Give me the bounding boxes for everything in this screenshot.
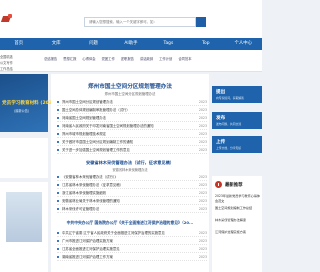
sub-link[interactable]: 工作计划 <box>159 56 172 61</box>
list-item[interactable]: 林木采伐许可证管理办法 2023 <box>57 205 207 213</box>
list-item[interactable]: 安徽省林业局关于林木采伐管理的通知 2023 <box>57 197 207 205</box>
site-logo[interactable] <box>2 14 16 24</box>
list-item[interactable]: 国土空间总体规划编制审批管理办法（试行） 2023 <box>57 106 207 114</box>
search-button[interactable] <box>196 17 206 27</box>
recommend-item[interactable]: 2023年最新党员学习教育心得体会范文 <box>215 194 261 203</box>
sub-link[interactable]: 思想汇报 <box>63 56 76 61</box>
article-list-2: 《安徽省林木采伐管理办法（试行）》 2023 江苏省林木采伐管理办法（征求意见稿）… <box>57 173 207 213</box>
sub-nav: 全国精选 公文写作 工作总结 总结报告 思想汇报 心得体会 党团工作 述职报告 … <box>0 50 262 72</box>
article-list-3: 中共辽宁省委 辽宁省人民政府关于全面推进江河保护治理的实施意见 2023 广州市推… <box>57 229 207 261</box>
banner-subtitle: (最新公告) <box>14 109 30 113</box>
sub-link[interactable]: 合同范本 <box>178 56 191 61</box>
sub-link[interactable]: 述职报告 <box>121 56 134 61</box>
main-nav: 首页 文库 问题 AI助手 Tags Top 个人中心 <box>0 38 262 50</box>
recommend-title: 最新推荐 <box>225 182 243 188</box>
ask-button[interactable]: 提出 向专家提问，获取解答 <box>212 86 262 103</box>
left-ad-panel <box>0 182 48 272</box>
section-title[interactable]: 中共中央办公厅 国务院办公厅《关于全面推进江河保护治理的意见》（20... <box>51 220 209 226</box>
list-item[interactable]: 湖南省推进江河保护治理工作方案 2023 <box>57 253 207 261</box>
list-item[interactable]: 浙江省林木采伐管理实施细则 2023 <box>57 189 207 197</box>
upload-button[interactable]: 上传 上传文档，分享知识 <box>212 136 262 153</box>
list-item[interactable]: 江苏省全面推进江河保护治理实施意见 2023 <box>57 245 207 253</box>
nav-item-tags[interactable]: Tags <box>150 38 187 50</box>
main-content: 郑州市国土空间分区规划管理办法 郑州市国土空间分区规划管理办法 郑州市国土空间分… <box>51 74 209 272</box>
sub-left-item[interactable]: 工作总结 <box>0 66 40 72</box>
list-item[interactable]: 中共辽宁省委 辽宁省人民政府关于全面推进江河保护治理的实施意见 2023 <box>57 229 207 237</box>
list-item[interactable]: 江苏省林木采伐管理办法（征求意见稿） 2023 <box>57 181 207 189</box>
search-box[interactable] <box>84 17 196 27</box>
nav-item-top[interactable]: Top <box>187 38 224 50</box>
recommend-panel: 最新推荐 2023年最新党员学习教育心得体会范文 国土空间规划编制工作总结 林木… <box>212 176 262 272</box>
nav-item-library[interactable]: 文库 <box>37 38 74 50</box>
list-item[interactable]: 郑州市国土空间分区规划管理办法 2023 <box>57 98 207 106</box>
top-header <box>0 0 262 38</box>
right-column: 提出 向专家提问，获取解答 发布 发布问题，共同交流 上传 上传文档，分享知识 … <box>212 74 262 272</box>
list-item[interactable]: 河南省人民政府关于印发河南省国土空间规划管理办法的通知 2023 <box>57 122 207 130</box>
left-panel <box>0 138 48 178</box>
recommend-icon <box>215 181 222 188</box>
list-item[interactable]: 关于进一步加强国土空间规划管理工作的意见 2023 <box>57 146 207 154</box>
left-column: 党员学习教育材料 (2023—20 (最新公告) <box>0 74 66 272</box>
nav-item-profile[interactable]: 个人中心 <box>225 38 262 50</box>
recommend-item[interactable]: 国土空间规划编制工作总结 <box>215 206 261 211</box>
left-banner[interactable]: 党员学习教育材料 (2023—20 (最新公告) <box>0 74 66 132</box>
nav-item-questions[interactable]: 问题 <box>75 38 112 50</box>
nav-item-home[interactable]: 首页 <box>0 38 37 50</box>
article-subtitle: 郑州市国土空间分区规划管理办法 <box>104 92 156 96</box>
recommend-item[interactable]: 江河保护治理实施方案 <box>215 230 261 235</box>
list-item[interactable]: 郑州市城市规划管理技术规定 2023 <box>57 130 207 138</box>
list-item[interactable]: 河南省国土空间规划管理办法 2023 <box>57 114 207 122</box>
sub-link[interactable]: 心得体会 <box>82 56 95 61</box>
article-list-1: 郑州市国土空间分区规划管理办法 2023 国土空间总体规划编制审批管理办法（试行）… <box>57 98 207 154</box>
publish-button[interactable]: 发布 发布问题，共同交流 <box>212 112 262 129</box>
sub-link[interactable]: 讲话致辞 <box>140 56 153 61</box>
recommend-item[interactable]: 林木采伐管理办法解读 <box>215 218 261 223</box>
sub-link[interactable]: 党团工作 <box>102 56 115 61</box>
section-subtitle: 安徽省林木采伐管理办法 <box>112 168 148 172</box>
list-item[interactable]: 广州市推进江河保护治理实施方案 2023 <box>57 237 207 245</box>
list-item[interactable]: 《安徽省林木采伐管理办法（试行）》 2023 <box>57 173 207 181</box>
section-title[interactable]: 安徽省林木采伐管理办法（试行，征求意见稿） <box>51 160 209 166</box>
nav-item-ai[interactable]: AI助手 <box>112 38 149 50</box>
list-item[interactable]: 关于做好市县国土空间分区规划编制工作的通知 2023 <box>57 138 207 146</box>
ad-image[interactable] <box>6 192 42 242</box>
search-input[interactable] <box>85 18 195 26</box>
article-title[interactable]: 郑州市国土空间分区规划管理办法 <box>51 82 209 90</box>
sub-link[interactable]: 总结报告 <box>44 56 57 61</box>
